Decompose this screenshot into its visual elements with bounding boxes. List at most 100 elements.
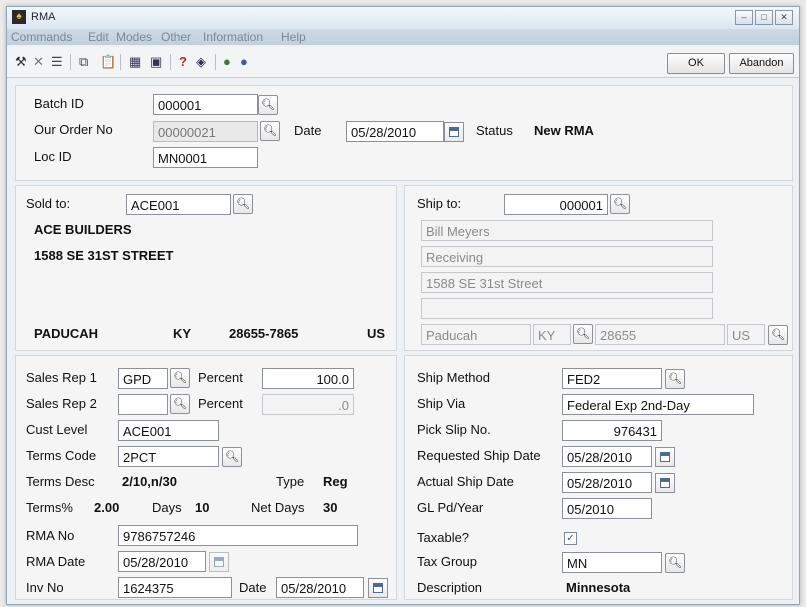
ship-to-lookup-icon[interactable]: 🔍︎ — [610, 194, 630, 214]
actual-ship-date-calendar-icon[interactable] — [655, 473, 675, 493]
delete-icon[interactable]: ✕ — [33, 55, 44, 69]
inv-date-field[interactable]: 05/28/2010 — [276, 577, 364, 598]
ok-button[interactable]: OK — [667, 53, 725, 74]
ship-to-zip[interactable]: 28655 — [595, 324, 725, 345]
calendar-icon[interactable]: ▣ — [150, 55, 162, 69]
days-value: 10 — [195, 500, 210, 515]
taxable-checkbox[interactable]: ✓ — [564, 532, 577, 545]
ship-method-label: Ship Method — [417, 370, 490, 385]
ship-to-state-lookup-icon[interactable]: 🔍︎ — [573, 324, 593, 344]
date-calendar-icon[interactable] — [444, 122, 464, 142]
sales-rep-1-label: Sales Rep 1 — [26, 370, 97, 385]
web-icon[interactable]: ● — [240, 55, 248, 69]
ship-via-field[interactable]: Federal Exp 2nd-Day — [562, 394, 754, 415]
inv-date-label: Date — [239, 580, 267, 595]
cust-level-field[interactable]: ACE001 — [118, 420, 219, 441]
sales-panel: Sales Rep 1 GPD 🔍︎ Percent 100.0 Sales R… — [15, 355, 397, 600]
book-icon[interactable]: ◈ — [196, 55, 206, 69]
abandon-button[interactable]: Abandon — [729, 53, 794, 74]
ship-to-line-4[interactable] — [421, 298, 713, 319]
toolbar-separator — [70, 54, 71, 70]
globe-icon[interactable]: ● — [223, 55, 231, 69]
requested-ship-date-field[interactable]: 05/28/2010 — [562, 446, 652, 467]
ship-method-field[interactable]: FED2 — [562, 368, 662, 389]
ship-to-state[interactable]: KY — [533, 324, 571, 345]
actual-ship-date-field[interactable]: 05/28/2010 — [562, 472, 652, 493]
status-label: Status — [476, 123, 513, 138]
inv-date-calendar-icon[interactable] — [368, 578, 388, 598]
minimize-icon[interactable]: – — [735, 10, 753, 25]
date-field[interactable]: 05/28/2010 — [346, 121, 444, 142]
menu-information[interactable]: Information — [203, 30, 263, 44]
ship-to-country-lookup-icon[interactable]: 🔍︎ — [768, 325, 788, 345]
batch-id-field[interactable]: 000001 — [153, 94, 258, 115]
window-title: RMA — [31, 11, 56, 23]
ship-to-line-1[interactable]: Bill Meyers — [421, 220, 713, 241]
sold-to-address: 1588 SE 31ST STREET — [34, 248, 174, 263]
rma-date-label: RMA Date — [26, 554, 86, 569]
sold-to-zip: 28655-7865 — [229, 326, 299, 341]
ship-method-lookup-icon[interactable]: 🔍︎ — [665, 369, 685, 389]
ship-to-line-3[interactable]: 1588 SE 31st Street — [421, 272, 713, 293]
ship-to-id-field[interactable]: 000001 — [504, 194, 608, 215]
batch-id-lookup-icon[interactable]: 🔍︎ — [258, 95, 278, 115]
rma-window: ♠ RMA – □ ✕ Commands Edit Modes Other In… — [6, 6, 800, 605]
terms-pct-value: 2.00 — [94, 500, 120, 515]
toolbar-separator — [215, 54, 216, 70]
net-days-value: 30 — [323, 500, 338, 515]
header-panel: Batch ID 000001 🔍︎ Our Order No 00000021… — [15, 85, 793, 181]
percent-1-field[interactable]: 100.0 — [262, 368, 354, 389]
tools-icon[interactable]: ⚒ — [15, 55, 27, 69]
ship-to-city[interactable]: Paducah — [421, 324, 531, 345]
rma-date-field[interactable]: 05/28/2010 — [118, 551, 206, 572]
tax-group-lookup-icon[interactable]: 🔍︎ — [665, 553, 685, 573]
percent-2-field[interactable]: .0 — [262, 394, 354, 415]
requested-ship-date-calendar-icon[interactable] — [655, 447, 675, 467]
inv-no-field[interactable]: 1624375 — [118, 577, 232, 598]
order-no-lookup-icon[interactable]: 🔍︎ — [260, 121, 280, 141]
copy-icon[interactable]: ⧉ — [79, 55, 88, 69]
description-label: Description — [417, 580, 483, 595]
loc-id-field[interactable]: MN0001 — [153, 147, 258, 168]
date-label: Date — [294, 123, 322, 138]
cust-level-label: Cust Level — [26, 422, 88, 437]
pick-slip-field[interactable]: 976431 — [562, 420, 662, 441]
tax-group-label: Tax Group — [417, 554, 477, 569]
menu-help[interactable]: Help — [281, 30, 306, 44]
terms-pct-label: Terms% — [26, 500, 73, 515]
sold-to-name: ACE BUILDERS — [34, 222, 132, 237]
toolbar-separator — [120, 54, 121, 70]
help-icon[interactable]: ? — [179, 55, 187, 69]
menu-modes[interactable]: Modes — [116, 30, 152, 44]
sales-rep-1-field[interactable]: GPD — [118, 368, 168, 389]
sold-to-id-field[interactable]: ACE001 — [126, 194, 231, 215]
type-label: Type — [276, 474, 305, 489]
ship-to-country[interactable]: US — [727, 324, 765, 345]
ship-to-line-2[interactable]: Receiving — [421, 246, 713, 267]
percent-2-label: Percent — [198, 396, 243, 411]
terms-code-field[interactable]: 2PCT — [118, 446, 219, 467]
menu-other[interactable]: Other — [161, 30, 191, 44]
actual-ship-date-label: Actual Ship Date — [417, 474, 514, 489]
sales-rep-1-lookup-icon[interactable]: 🔍︎ — [170, 368, 190, 388]
terms-code-lookup-icon[interactable]: 🔍︎ — [222, 447, 242, 467]
sales-rep-2-field[interactable] — [118, 394, 168, 415]
calculator-icon[interactable]: ▦ — [129, 55, 141, 69]
close-icon[interactable]: ✕ — [775, 10, 793, 25]
sales-rep-2-label: Sales Rep 2 — [26, 396, 97, 411]
order-no-field[interactable]: 00000021 — [153, 121, 258, 142]
sales-rep-2-lookup-icon[interactable]: 🔍︎ — [170, 394, 190, 414]
sold-to-state: KY — [173, 326, 192, 341]
paste-icon[interactable]: 📋 — [100, 55, 116, 69]
rma-date-calendar-icon[interactable] — [209, 552, 229, 572]
ship-via-label: Ship Via — [417, 396, 466, 411]
sold-to-lookup-icon[interactable]: 🔍︎ — [233, 194, 253, 214]
rma-no-field[interactable]: 9786757246 — [118, 525, 358, 546]
maximize-icon[interactable]: □ — [755, 10, 773, 25]
list-icon[interactable]: ☰ — [51, 55, 63, 69]
tax-group-field[interactable]: MN — [562, 552, 662, 573]
menu-commands[interactable]: Commands — [11, 30, 72, 44]
menu-edit[interactable]: Edit — [88, 30, 109, 44]
gl-period-field[interactable]: 05/2010 — [562, 498, 652, 519]
pick-slip-label: Pick Slip No. — [417, 422, 491, 437]
